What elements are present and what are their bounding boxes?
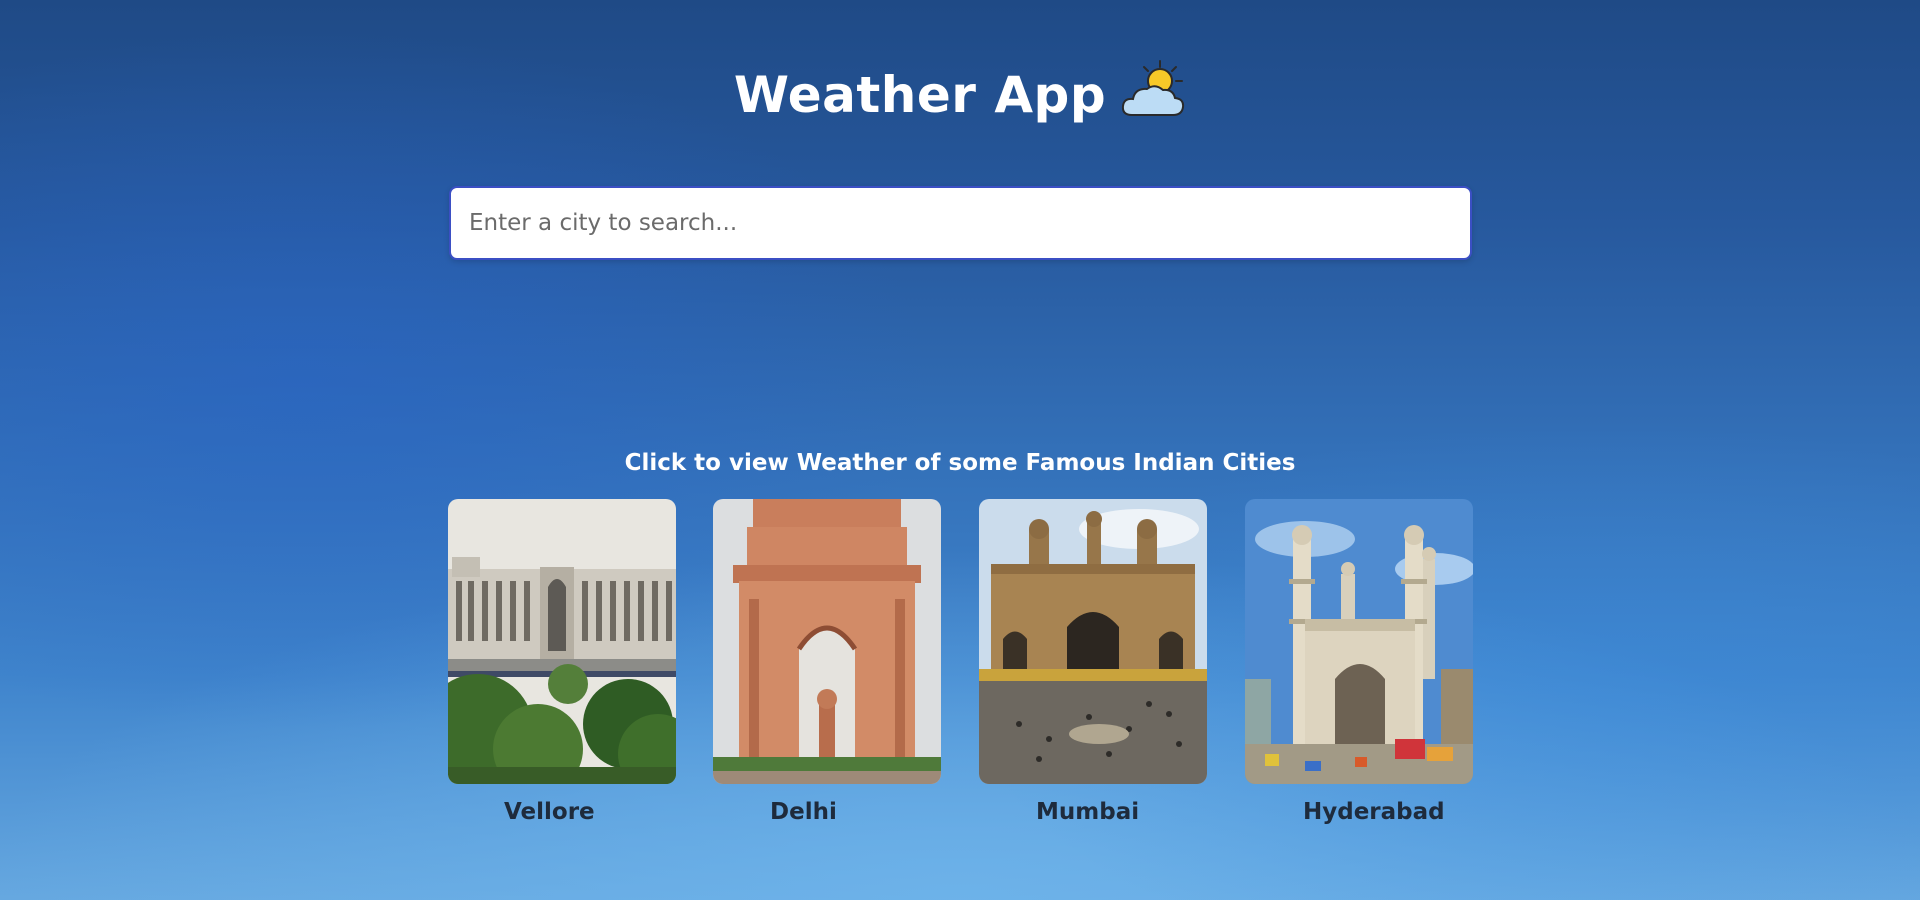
city-label: Mumbai (1036, 799, 1140, 825)
vellore-building-photo (448, 499, 676, 784)
city-search-input[interactable] (449, 186, 1472, 260)
city-label: Hyderabad (1303, 799, 1445, 825)
featured-cities-list: Vellore Delhi Mumbai Hyderabad (448, 499, 1473, 839)
city-card-vellore[interactable]: Vellore (448, 499, 676, 825)
city-label: Vellore (504, 799, 595, 825)
app-header: Weather App (0, 60, 1920, 124)
sun-behind-cloud-icon (1122, 60, 1185, 116)
featured-cities-heading: Click to view Weather of some Famous Ind… (624, 450, 1296, 476)
app-title: Weather App (733, 66, 1107, 124)
india-gate-photo (713, 499, 941, 784)
city-card-hyderabad[interactable]: Hyderabad (1245, 499, 1473, 825)
gateway-of-india-photo (979, 499, 1207, 784)
city-card-delhi[interactable]: Delhi (713, 499, 941, 825)
charminar-photo (1245, 499, 1473, 784)
city-card-mumbai[interactable]: Mumbai (979, 499, 1207, 825)
search-bar (449, 186, 1472, 260)
city-label: Delhi (770, 799, 837, 825)
